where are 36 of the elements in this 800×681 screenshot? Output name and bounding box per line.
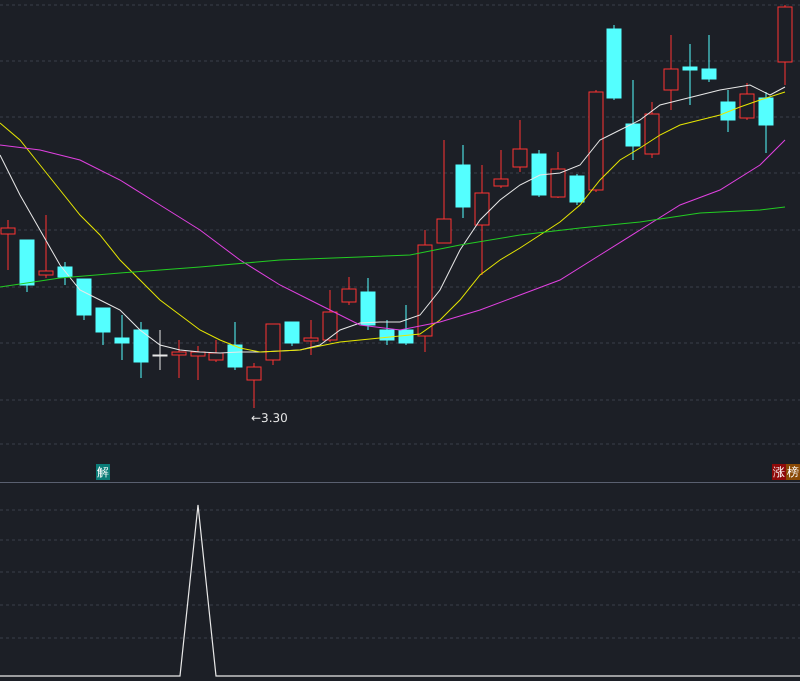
candlestick <box>644 102 660 158</box>
candlestick <box>380 320 394 346</box>
candlestick <box>246 362 262 408</box>
candlestick <box>284 322 300 346</box>
candlestick <box>512 120 528 172</box>
candlestick <box>38 214 54 278</box>
candlestick <box>304 320 318 356</box>
candlestick <box>134 322 148 378</box>
candlestick <box>228 322 242 370</box>
candlestick <box>682 44 698 106</box>
candlestick <box>360 278 376 330</box>
candlestick <box>322 290 338 342</box>
candlestick <box>266 324 280 366</box>
candlestick <box>208 340 224 362</box>
candlestick <box>758 92 774 154</box>
candlestick <box>96 308 110 346</box>
signal-badge: 榜 <box>786 464 800 480</box>
signal-badge: 涨 <box>772 464 786 480</box>
candlestick <box>190 346 206 380</box>
candlestick <box>20 240 34 292</box>
candlestick <box>76 278 92 320</box>
candlestick <box>550 152 566 198</box>
candlestick <box>398 304 414 346</box>
candlestick <box>532 150 546 198</box>
low-price-label: ←3.30 <box>251 410 288 426</box>
candlestick <box>570 174 584 206</box>
candlestick <box>172 340 186 378</box>
candlestick <box>720 90 736 132</box>
candlestick <box>740 82 754 120</box>
signal-badge: 解 <box>96 464 110 480</box>
candlestick <box>152 330 168 370</box>
candlestick <box>114 314 130 360</box>
candlestick <box>342 276 356 306</box>
candlestick <box>702 34 716 82</box>
candlestick <box>494 150 508 188</box>
candlestick <box>58 262 72 286</box>
